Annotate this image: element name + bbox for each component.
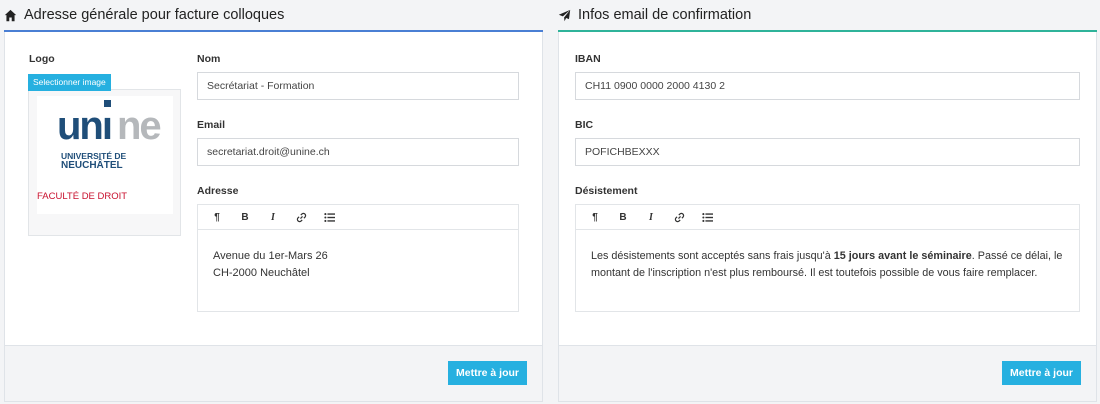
svg-text:ne: ne — [117, 104, 160, 148]
email-input[interactable]: secretariat.droit@unine.ch — [197, 138, 519, 166]
panel-title-text: Adresse générale pour facture colloques — [24, 7, 285, 23]
university-name: UNIVERSITÉ DE NEUCHÂTEL — [61, 151, 126, 171]
desist-text-start: Les désistements sont acceptés sans frai… — [591, 250, 834, 262]
svg-text:unı: unı — [57, 104, 111, 148]
logo-preview: unı ne UNIVERSITÉ DE NEUCHÂTEL FACULTÉ D… — [28, 89, 181, 236]
nom-label: Nom — [197, 53, 221, 65]
adresse-line1: Avenue du 1er-Mars 26 — [213, 250, 328, 262]
logo-label: Logo — [29, 53, 55, 65]
card-accent-line — [4, 30, 543, 32]
paragraph-icon[interactable]: ¶ — [204, 205, 230, 230]
billing-address-panel: Adresse générale pour facture colloques … — [4, 0, 543, 402]
email-label: Email — [197, 119, 226, 131]
editor-toolbar: ¶ B I — [198, 205, 518, 230]
desist-text-bold: 15 jours avant le séminaire — [833, 250, 972, 262]
billing-address-card: Logo unı ne UNIVERSITÉ DE NEUCHÂTEL FACU… — [4, 30, 543, 402]
editor-content[interactable]: Avenue du 1er-Mars 26 CH-2000 Neuchâtel — [198, 230, 518, 300]
bold-icon[interactable]: B — [232, 205, 258, 230]
update-button[interactable]: Mettre à jour — [447, 361, 527, 385]
list-icon[interactable] — [694, 205, 720, 230]
bold-icon[interactable]: B — [610, 205, 636, 230]
update-button[interactable]: Mettre à jour — [1001, 361, 1081, 385]
logo-image: unı ne UNIVERSITÉ DE NEUCHÂTEL FACULTÉ D… — [37, 96, 173, 214]
adresse-label: Adresse — [197, 185, 239, 197]
iban-input[interactable]: CH11 0900 0000 2000 4130 2 — [575, 72, 1080, 100]
adresse-line2: CH-2000 Neuchâtel — [213, 267, 310, 279]
italic-icon[interactable]: I — [260, 205, 286, 230]
send-icon — [558, 9, 571, 21]
panel-title-text: Infos email de confirmation — [578, 7, 752, 23]
panel-title: Infos email de confirmation — [558, 0, 751, 30]
card-accent-line — [558, 30, 1097, 32]
paragraph-icon[interactable]: ¶ — [582, 205, 608, 230]
nom-input[interactable]: Secrétariat - Formation — [197, 72, 519, 100]
adresse-editor[interactable]: ¶ B I Avenue du 1er-Mars 26 CH-2000 Neuc… — [197, 204, 519, 312]
editor-content[interactable]: Les désistements sont acceptés sans frai… — [576, 230, 1079, 300]
desistement-editor[interactable]: ¶ B I Les désistements sont acceptés san… — [575, 204, 1080, 312]
link-icon[interactable] — [666, 205, 692, 230]
faculty-name: FACULTÉ DE DROIT — [37, 191, 128, 202]
panel-title: Adresse générale pour facture colloques — [4, 0, 284, 30]
confirmation-email-card: IBAN CH11 0900 0000 2000 4130 2 BIC POFI… — [558, 30, 1097, 402]
list-icon[interactable] — [316, 205, 342, 230]
link-icon[interactable] — [288, 205, 314, 230]
iban-label: IBAN — [575, 53, 601, 65]
card-footer: Mettre à jour — [559, 345, 1096, 401]
card-footer: Mettre à jour — [5, 345, 542, 401]
desistement-label: Désistement — [575, 185, 638, 197]
confirmation-email-panel: Infos email de confirmation IBAN CH11 09… — [558, 0, 1097, 402]
editor-toolbar: ¶ B I — [576, 205, 1079, 230]
select-image-button[interactable]: Selectionner image — [28, 74, 111, 91]
bic-label: BIC — [575, 119, 594, 131]
italic-icon[interactable]: I — [638, 205, 664, 230]
bic-input[interactable]: POFICHBEXXX — [575, 138, 1080, 166]
home-icon — [4, 9, 17, 21]
university-line2: NEUCHÂTEL — [61, 160, 123, 171]
